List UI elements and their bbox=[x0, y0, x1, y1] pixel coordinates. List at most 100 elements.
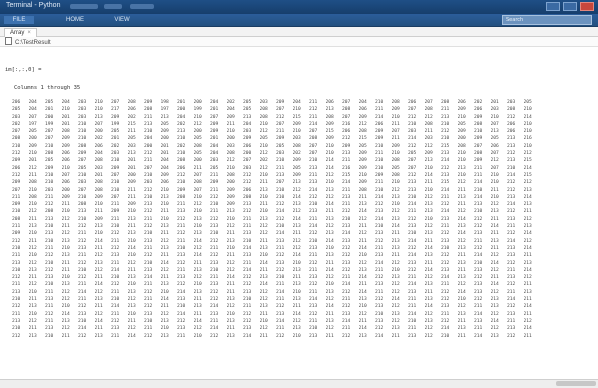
matrix-cell: 207 bbox=[12, 187, 21, 193]
matrix-cell: 211 bbox=[127, 194, 136, 200]
matrix-cell: 209 bbox=[61, 143, 70, 149]
matrix-cell: 213 bbox=[292, 202, 301, 208]
matrix-cell: 208 bbox=[474, 121, 483, 127]
matrix-cell: 209 bbox=[94, 216, 103, 222]
matrix-cell: 212 bbox=[177, 172, 186, 178]
matrix-cell: 212 bbox=[309, 282, 318, 288]
matrix-cell: 208 bbox=[12, 136, 21, 142]
matrix-cell: 212 bbox=[391, 318, 400, 324]
matrix-cell: 214 bbox=[408, 253, 417, 259]
matrix-cell: 206 bbox=[127, 107, 136, 113]
matrix-cell: 212 bbox=[457, 238, 466, 244]
matrix-cell: 212 bbox=[276, 202, 285, 208]
matrix-cell: 213 bbox=[226, 333, 235, 339]
matrix-cell: 207 bbox=[408, 165, 417, 171]
matrix-cell: 199 bbox=[45, 121, 54, 127]
matrix-cell: 212 bbox=[45, 311, 54, 317]
ribbon-tab-home[interactable]: HOME bbox=[60, 16, 90, 24]
matrix-cell: 198 bbox=[160, 100, 169, 105]
matrix-cell: 210 bbox=[193, 224, 202, 230]
matrix-cell: 213 bbox=[408, 333, 417, 339]
matrix-cell: 212 bbox=[144, 304, 153, 310]
ribbon: FILE HOME VIEW Search bbox=[0, 14, 598, 27]
matrix-cell: 211 bbox=[28, 216, 37, 222]
matrix-cell: 212 bbox=[358, 216, 367, 222]
matrix-cell: 213 bbox=[243, 114, 252, 120]
file-tab[interactable]: Array × bbox=[4, 28, 37, 37]
matrix-cell: 211 bbox=[193, 311, 202, 317]
console-output[interactable]: im[:,:,0] = Columns 1 through 35 206 204 2… bbox=[0, 47, 598, 379]
matrix-cell: 201 bbox=[127, 165, 136, 171]
matrix-cell: 213 bbox=[160, 224, 169, 230]
scroll-thumb[interactable] bbox=[556, 381, 596, 386]
matrix-cell: 211 bbox=[28, 326, 37, 332]
matrix-cell: 207 bbox=[424, 100, 433, 105]
matrix-cell: 212 bbox=[94, 311, 103, 317]
close-icon[interactable]: × bbox=[27, 30, 31, 36]
matrix-cell: 213 bbox=[160, 318, 169, 324]
matrix-cell: 210 bbox=[78, 267, 87, 273]
matrix-cell: 213 bbox=[507, 216, 516, 222]
matrix-cell: 211 bbox=[127, 129, 136, 135]
matrix-row: 209 210 213 212 211 210 212 213 210 211 212 213 210 2… bbox=[12, 230, 592, 237]
ribbon-tab-file[interactable]: FILE bbox=[4, 16, 34, 24]
matrix-cell: 210 bbox=[391, 151, 400, 157]
matrix-cell: 203 bbox=[111, 151, 120, 157]
matrix-cell: 212 bbox=[441, 289, 450, 295]
matrix-cell: 210 bbox=[243, 238, 252, 244]
matrix-cell: 213 bbox=[127, 304, 136, 310]
search-input[interactable]: Search bbox=[502, 15, 592, 25]
matrix-cell: 212 bbox=[358, 231, 367, 237]
matrix-cell: 211 bbox=[61, 260, 70, 266]
matrix-cell: 211 bbox=[193, 297, 202, 303]
matrix-cell: 212 bbox=[474, 245, 483, 251]
matrix-cell: 208 bbox=[94, 187, 103, 193]
matrix-cell: 213 bbox=[243, 253, 252, 259]
matrix-cell: 212 bbox=[309, 260, 318, 266]
matrix-cell: 213 bbox=[441, 151, 450, 157]
matrix-cell: 210 bbox=[523, 121, 532, 127]
matrix-cell: 210 bbox=[375, 224, 384, 230]
matrix-cell: 210 bbox=[45, 224, 54, 230]
matrix-cell: 210 bbox=[160, 216, 169, 222]
matrix-cell: 213 bbox=[424, 209, 433, 215]
matrix-cell: 210 bbox=[45, 180, 54, 186]
matrix-cell: 206 bbox=[177, 165, 186, 171]
matrix-cell: 211 bbox=[111, 333, 120, 339]
matrix-cell: 214 bbox=[94, 282, 103, 288]
matrix-cell: 211 bbox=[210, 172, 219, 178]
matrix-cell: 212 bbox=[226, 260, 235, 266]
matrix-cell: 214 bbox=[193, 318, 202, 324]
matrix-cell: 212 bbox=[210, 216, 219, 222]
matrix-cell: 209 bbox=[94, 194, 103, 200]
matrix-cell: 212 bbox=[342, 209, 351, 215]
matrix-cell: 211 bbox=[523, 333, 532, 339]
matrix-cell: 214 bbox=[177, 289, 186, 295]
close-button[interactable] bbox=[580, 2, 594, 11]
ribbon-tab-view[interactable]: VIEW bbox=[108, 16, 136, 24]
matrix-cell: 212 bbox=[127, 297, 136, 303]
matrix-cell: 212 bbox=[424, 143, 433, 149]
matrix-cell: 210 bbox=[193, 209, 202, 215]
matrix-cell: 212 bbox=[12, 172, 21, 178]
matrix-cell: 201 bbox=[160, 151, 169, 157]
matrix-row: 207 210 203 200 207 208 210 211 212 210 209 207 211 2… bbox=[12, 187, 592, 194]
maximize-button[interactable] bbox=[563, 2, 577, 11]
matrix-cell: 215 bbox=[523, 172, 532, 178]
matrix-cell: 210 bbox=[111, 180, 120, 186]
matrix-cell: 203 bbox=[226, 143, 235, 149]
matrix-cell: 213 bbox=[342, 151, 351, 157]
matrix-cell: 211 bbox=[490, 231, 499, 237]
matrix-cell: 211 bbox=[177, 267, 186, 273]
matrix-cell: 209 bbox=[243, 136, 252, 142]
matrix-cell: 209 bbox=[358, 165, 367, 171]
matrix-cell: 207 bbox=[193, 172, 202, 178]
matrix-cell: 199 bbox=[111, 121, 120, 127]
matrix-cell: 207 bbox=[45, 136, 54, 142]
matrix-row: 209 208 210 206 203 208 210 209 203 206 210 208 209 2… bbox=[12, 179, 592, 186]
matrix-cell: 212 bbox=[523, 180, 532, 186]
matrix-row: 212 211 210 207 210 201 207 200 210 209 212 207 211 2… bbox=[12, 172, 592, 179]
matrix-cell: 211 bbox=[358, 318, 367, 324]
minimize-button[interactable] bbox=[546, 2, 560, 11]
matrix-cell: 210 bbox=[94, 107, 103, 113]
